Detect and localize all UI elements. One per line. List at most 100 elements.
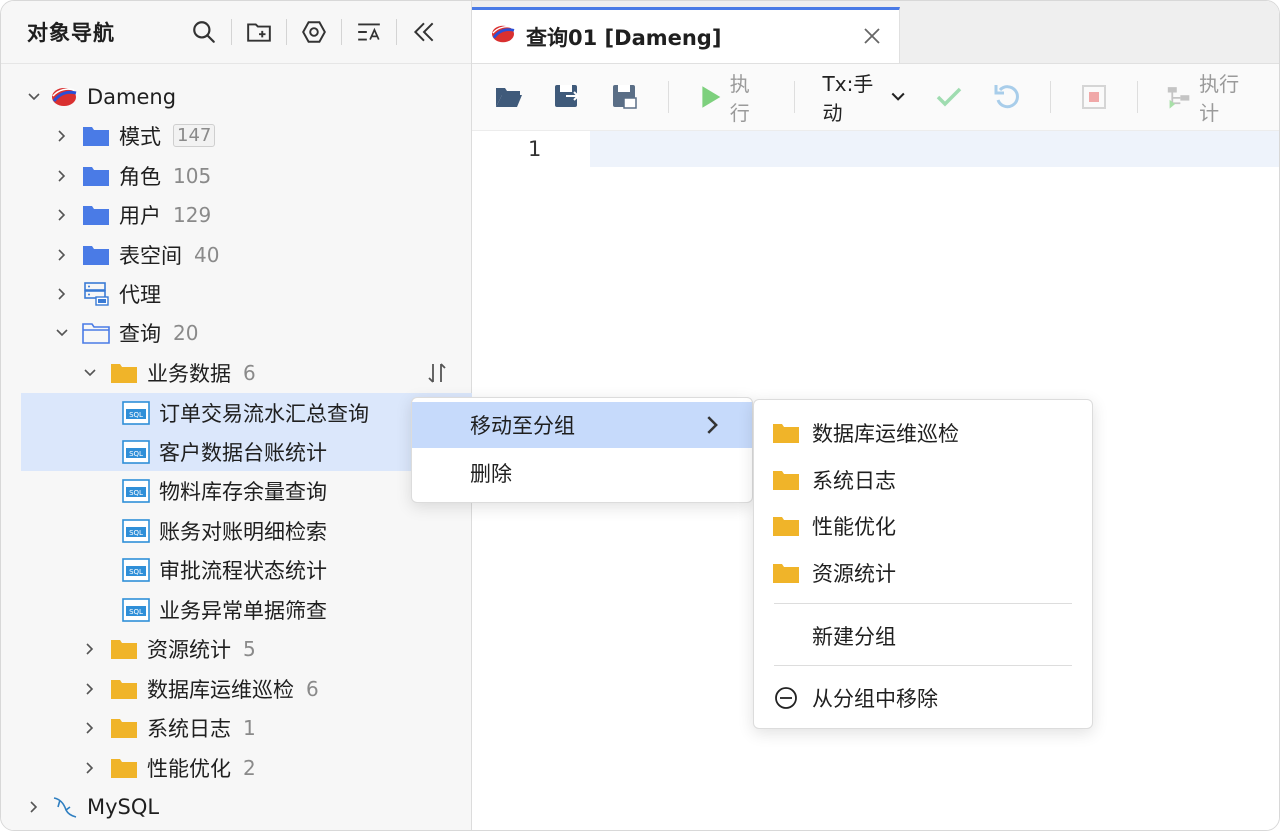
transaction-mode-label: Tx:手动 [822,72,874,125]
tree-node-group[interactable]: 数据库运维巡检 6 [1,669,551,708]
tree-node-mysql[interactable]: MySQL [1,787,495,826]
toolbar-divider [668,81,669,113]
chevron-right-icon[interactable] [81,640,99,658]
save-as-button[interactable] [610,82,640,112]
context-menu: 移动至分组 删除 [411,397,753,503]
tab-label: 查询01 [Dameng] [526,25,722,50]
tree-node-schema[interactable]: 模式 147 [1,116,523,155]
folder-icon [773,471,799,490]
commit-button[interactable] [934,82,964,112]
tree-node-business-data[interactable]: 业务数据 6 [1,353,551,392]
toolbar-divider [341,19,342,45]
search-icon[interactable] [187,15,221,49]
toolbar-divider [396,19,397,45]
menu-item-delete[interactable]: 删除 [412,450,752,496]
settings-hex-icon[interactable] [297,15,331,49]
stop-button[interactable] [1079,82,1109,112]
collapse-left-icon[interactable] [407,15,441,49]
save-button[interactable] [552,82,582,112]
new-folder-icon[interactable] [242,15,276,49]
chevron-right-icon[interactable] [53,285,71,303]
navigator-toolbar [187,15,445,49]
count-badge: 129 [173,202,212,227]
folder-icon [81,242,111,268]
chevron-right-icon[interactable] [81,719,99,737]
svg-text:SQL: SQL [129,568,143,576]
count-badge: 1 [243,715,256,740]
menu-divider [774,603,1072,604]
chevron-down-icon[interactable] [25,88,43,106]
current-line-highlight [590,131,1279,167]
submenu-item-group[interactable]: 系统日志 [754,457,1092,503]
svg-text:SQL: SQL [129,529,143,537]
svg-text:SQL: SQL [129,489,143,497]
folder-icon [109,676,139,702]
tree-node-group[interactable]: 资源统计 5 [1,629,551,668]
chevron-down-icon[interactable] [53,324,71,342]
toolbar-divider [286,19,287,45]
sql-file-icon: SQL [121,518,151,544]
group-submenu: 数据库运维巡检 系统日志 性能优化 资源统计 新建分组 从分组中移除 [753,399,1093,729]
submenu-item-new-group[interactable]: 新建分组 [754,613,1092,659]
tree-node-proxy[interactable]: 代理 [1,274,523,313]
tree-node-tablespace[interactable]: 表空间 40 [1,235,523,274]
tree-node-label: 代理 [119,282,161,307]
submenu-item-label: 从分组中移除 [812,687,938,711]
menu-item-label: 移动至分组 [470,414,575,438]
rollback-button[interactable] [992,82,1022,112]
count-badge: 147 [173,124,216,147]
sql-file-icon: SQL [121,478,151,504]
transaction-mode-dropdown[interactable]: Tx:手动 [823,68,907,126]
submenu-item-group[interactable]: 数据库运维巡检 [754,410,1092,456]
sort-order-icon[interactable] [425,361,449,385]
tree-node-label: 性能优化 [147,756,231,781]
filter-list-icon[interactable] [352,15,386,49]
chevron-right-icon[interactable] [81,680,99,698]
tree-node-query[interactable]: 查询 20 [1,313,523,352]
tree-node-dameng[interactable]: Dameng [1,77,495,116]
chevron-right-icon[interactable] [53,246,71,264]
tree-node-label: 系统日志 [147,716,231,741]
tree-node-role[interactable]: 角色 105 [1,156,523,195]
line-number: 1 [528,137,542,161]
submenu-item-label: 系统日志 [812,469,896,493]
count-badge: 2 [243,755,256,780]
app-window: 对象导航 Dameng 模式 147 角色 105 用户 129 表空间 40 … [0,0,1280,831]
count-badge: 40 [194,242,220,267]
explain-plan-button[interactable]: 执行计 [1166,68,1253,126]
dameng-logo-icon [49,84,79,110]
submenu-item-group[interactable]: 性能优化 [754,503,1092,549]
run-button[interactable]: 执行 [697,68,766,126]
menu-item-move-to-group[interactable]: 移动至分组 [412,402,752,448]
chevron-right-icon[interactable] [53,206,71,224]
tree-node-user[interactable]: 用户 129 [1,195,523,234]
folder-icon [109,715,139,741]
sql-file-icon: SQL [121,557,151,583]
undo-icon [994,85,1020,109]
menu-divider [774,665,1072,666]
chevron-right-icon[interactable] [53,127,71,145]
submenu-item-group[interactable]: 资源统计 [754,550,1092,596]
chevron-down-icon[interactable] [81,364,99,382]
save-icon [555,85,580,107]
tree-node-group[interactable]: 性能优化 2 [1,748,551,787]
editor-tabbar: 查询01 [Dameng] [472,1,1279,64]
folder-open-outline-icon [81,320,111,346]
submenu-item-label: 资源统计 [812,562,896,586]
submenu-item-remove-from-group[interactable]: 从分组中移除 [754,675,1092,721]
svg-text:SQL: SQL [129,608,143,616]
folder-icon [81,123,111,149]
chevron-right-icon[interactable] [53,167,71,185]
chevron-right-icon[interactable] [81,759,99,777]
tree-node-label: MySQL [87,794,160,819]
submenu-item-label: 性能优化 [812,515,896,539]
tree-node-group[interactable]: 系统日志 1 [1,708,551,747]
tree-node-label: 资源统计 [147,637,231,662]
navigator-header: 对象导航 [1,1,471,64]
tab-query01[interactable]: 查询01 [Dameng] [472,7,900,63]
toolbar-divider [231,19,232,45]
close-icon[interactable] [860,24,884,48]
folder-icon [109,360,139,386]
chevron-right-icon[interactable] [25,798,43,816]
open-folder-button[interactable] [494,82,524,112]
